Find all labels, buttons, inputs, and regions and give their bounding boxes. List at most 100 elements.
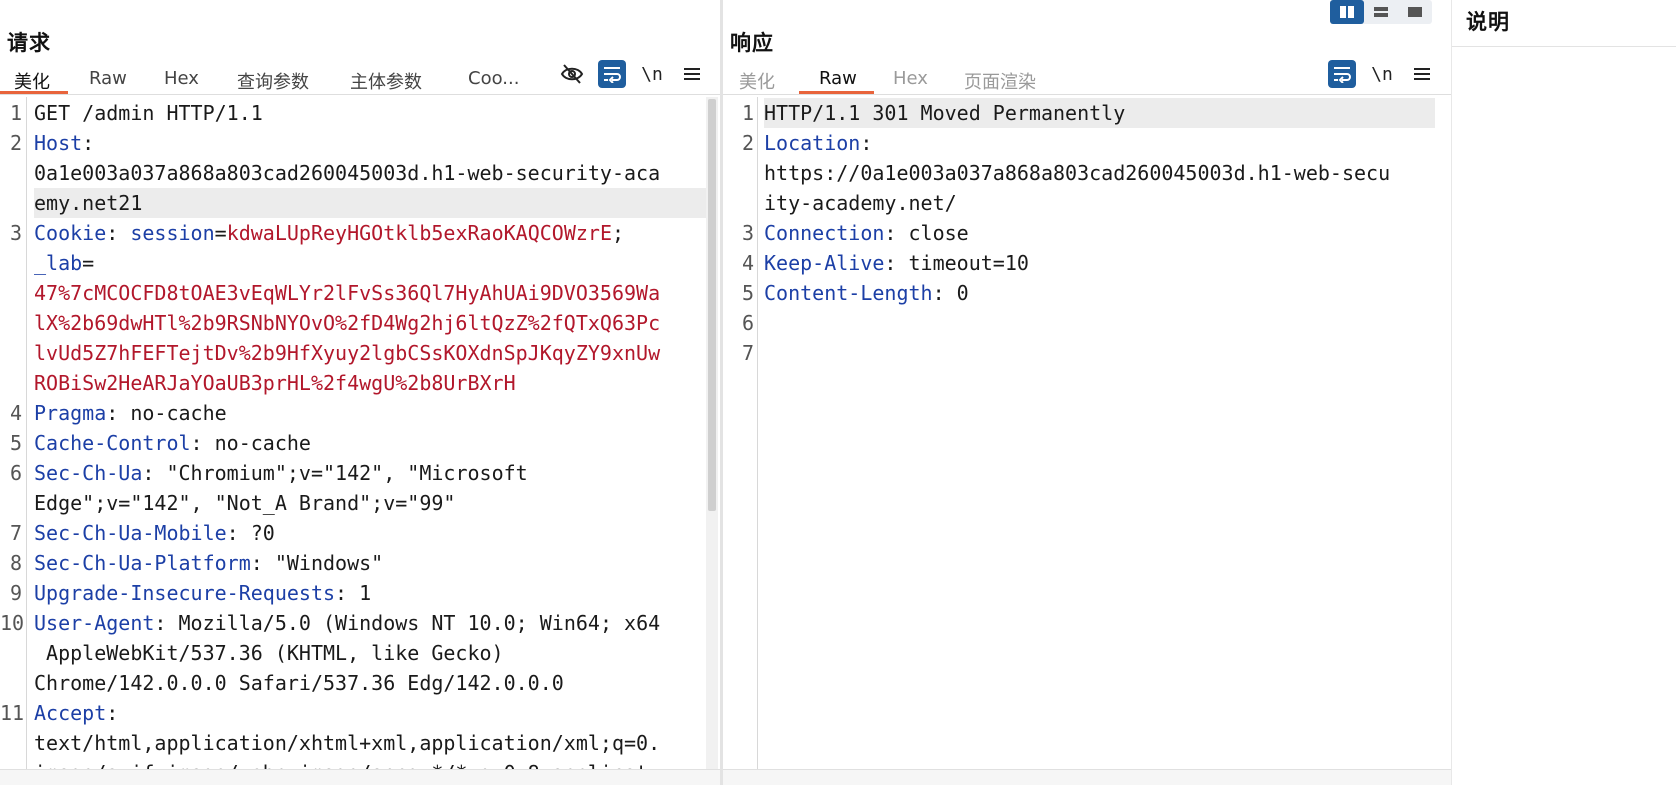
line-number: 9 (9, 581, 22, 605)
header-name: _lab (34, 251, 83, 275)
code-line: text/html,application/xhtml+xml,applicat… (34, 728, 708, 758)
code-line: AppleWebKit/537.36 (KHTML, like Gecko) (34, 638, 708, 668)
header-value: : "Windows" (250, 551, 384, 575)
header-value: : close (884, 221, 969, 245)
header-value: : (82, 131, 95, 155)
wrap-lines-button[interactable] (598, 60, 626, 88)
request-tab-2[interactable]: Hex (164, 68, 199, 89)
response-show-newlines-button[interactable]: \n (1368, 60, 1396, 88)
cookie-value: lvUd5Z7hFEFTejtDv%2b9HfXyuy2lgbCSsKOXdnS… (34, 341, 661, 365)
code-line: 47%7cMCOCFD8tOAE3vEqWLYr2lFvSs36Ql7HyAhU… (34, 278, 708, 308)
request-tab-5[interactable]: Coo... (468, 68, 519, 89)
request-search-bar (0, 769, 720, 785)
code-line: Connection: close (764, 218, 1435, 248)
header-value: AppleWebKit/537.36 (KHTML, like Gecko) (34, 641, 504, 665)
header-name: Cache-Control (34, 431, 191, 455)
code-line: ROBiSw2HeARJaYOaUB3prHL%2f4wgU%2b8UrBXrH (34, 368, 708, 398)
response-search-bar (723, 769, 1451, 785)
header-value: : no-cache (106, 401, 227, 425)
header-name: Accept (34, 701, 107, 725)
line-number: 3 (9, 221, 22, 245)
line-number: 1 (9, 101, 22, 125)
response-tab-1[interactable]: Raw (819, 68, 857, 89)
line-number: 2 (741, 131, 754, 155)
code-line: _lab= (34, 248, 708, 278)
request-tab-1[interactable]: Raw (89, 68, 127, 89)
header-value: : 1 (335, 581, 372, 605)
code-line: Pragma: no-cache (34, 398, 708, 428)
header-value: : Mozilla/5.0 (Windows NT 10.0; Win64; x… (154, 611, 661, 635)
header-value: 0a1e003a037a868a803cad260045003d.h1-web-… (34, 161, 661, 185)
header-value: Chrome/142.0.0.0 Safari/537.36 Edg/142.0… (34, 671, 564, 695)
line-number: 5 (9, 431, 22, 455)
header-value: : 0 (932, 281, 969, 305)
response-tab-3[interactable]: 页面渲染 (964, 68, 1036, 94)
code-line: Edge";v="142", "Not_A Brand";v="99" (34, 488, 708, 518)
header-value: : no-cache (190, 431, 311, 455)
line-number: 11 (0, 701, 25, 725)
response-menu-button[interactable] (1408, 60, 1436, 88)
code-line: Accept: (34, 698, 708, 728)
response-tab-0[interactable]: 美化 (739, 68, 775, 94)
header-name: Upgrade-Insecure-Requests (34, 581, 336, 605)
request-tabbar-divider (0, 94, 720, 95)
header-value: : (106, 701, 119, 725)
code-line: GET /admin HTTP/1.1 (34, 98, 708, 128)
line-number: 3 (741, 221, 754, 245)
cookie-value: 47%7cMCOCFD8tOAE3vEqWLYr2lFvSs36Ql7HyAhU… (34, 281, 661, 305)
response-wrap-lines-button[interactable] (1328, 60, 1356, 88)
header-value: https://0a1e003a037a868a803cad260045003d… (764, 161, 1391, 185)
header-value: : timeout=10 (884, 251, 1029, 275)
header-name: Sec-Ch-Ua-Platform (34, 551, 251, 575)
header-value: image/avif,image/webp,image/apng,*/*;q=0… (34, 761, 648, 769)
header-value: : ?0 (226, 521, 275, 545)
newline-label: \n (1371, 63, 1393, 85)
cookie-value: kdwaLUpReyHGOtklb5exRaoKAQCOWzrE (226, 221, 612, 245)
show-newlines-button[interactable]: \n (638, 60, 666, 88)
code-line: Cookie: session=kdwaLUpReyHGOtklb5exRaoK… (34, 218, 708, 248)
code-line: Chrome/142.0.0.0 Safari/537.36 Edg/142.0… (34, 668, 708, 698)
response-tab-2[interactable]: Hex (893, 68, 928, 89)
request-editor[interactable]: 1 GET /admin HTTP/1.1 2 Host: 0a1e003a037a86… (0, 97, 720, 769)
line-number: 5 (741, 281, 754, 305)
request-panel: 请求 美化 Raw Hex 查询参数 主体参数 Coo... \n 1 GET /admin… (0, 0, 720, 785)
header-name: Keep-Alive (764, 251, 885, 275)
header-value: = (82, 251, 95, 275)
code-line: Sec-Ch-Ua-Platform: "Windows" (34, 548, 708, 578)
notes-title: 说明 (1466, 10, 1510, 34)
request-tab-3[interactable]: 查询参数 (237, 68, 309, 94)
code-line: Location: (764, 128, 1435, 158)
header-value: ; (612, 221, 625, 245)
code-line: https://0a1e003a037a868a803cad260045003d… (764, 158, 1435, 188)
code-line: ity-academy.net/ (764, 188, 1435, 218)
request-title: 请求 (7, 31, 51, 55)
header-value: ity-academy.net/ (764, 191, 957, 215)
header-value: GET /admin HTTP/1.1 (34, 101, 263, 125)
header-value: : (860, 131, 873, 155)
header-name: Host (34, 131, 83, 155)
line-number: 1 (741, 101, 754, 125)
code-line: emy.net21 (34, 188, 708, 218)
header-name: Sec-Ch-Ua-Mobile (34, 521, 227, 545)
code-line: User-Agent: Mozilla/5.0 (Windows NT 10.0… (34, 608, 708, 638)
line-number: 4 (741, 251, 754, 275)
response-editor[interactable]: 1 HTTP/1.1 301 Moved Permanently 2 Location… (723, 97, 1451, 769)
header-value: Edge";v="142", "Not_A Brand";v="99" (34, 491, 456, 515)
response-panel: 响应 美化 Raw Hex 页面渲染 \n 1 HTTP/1.1 301 Moved P… (723, 0, 1451, 785)
hide-nonprintable-button[interactable] (558, 60, 586, 88)
request-scrollbar-thumb[interactable] (708, 99, 716, 511)
header-name: session (130, 221, 215, 245)
header-name: Connection (764, 221, 885, 245)
line-number: 8 (9, 551, 22, 575)
wrap-lines-icon (1334, 67, 1351, 83)
header-name: Content-Length (764, 281, 933, 305)
code-line: Host: (34, 128, 708, 158)
cookie-value: lX%2b69dwHTl%2b9RSNbNYOvO%2fD4Wg2hj6ltQz… (34, 311, 661, 335)
line-number: 4 (9, 401, 22, 425)
code-line: image/avif,image/webp,image/apng,*/*;q=0… (34, 758, 708, 769)
request-menu-button[interactable] (678, 60, 706, 88)
request-tab-4[interactable]: 主体参数 (350, 68, 422, 94)
code-line: lvUd5Z7hFEFTejtDv%2b9HfXyuy2lgbCSsKOXdnS… (34, 338, 708, 368)
header-name: Pragma (34, 401, 107, 425)
